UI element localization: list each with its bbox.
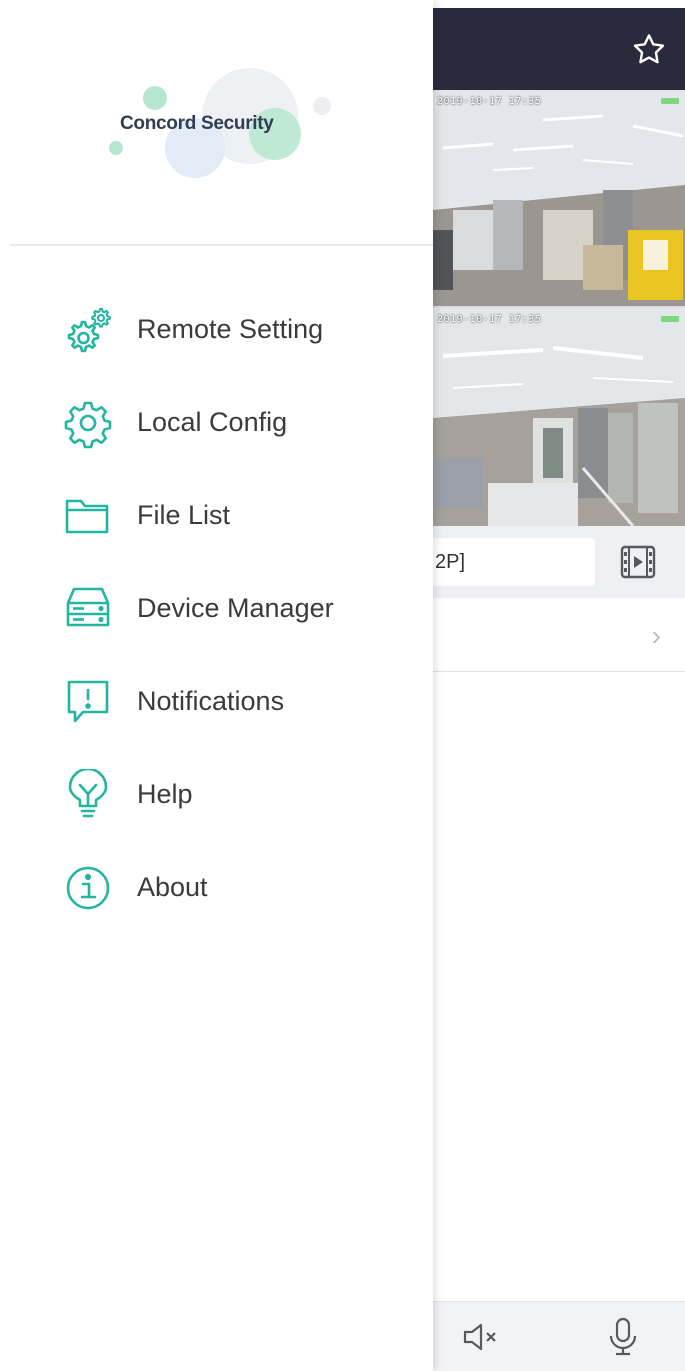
- drawer-menu: Remote Setting Local Config File List De…: [0, 283, 433, 934]
- channel-row: 2P]: [423, 526, 685, 598]
- channel-input-value: 2P]: [435, 551, 466, 573]
- folder-icon: [62, 490, 114, 542]
- server-icon: [62, 583, 114, 635]
- menu-item-remote-setting[interactable]: Remote Setting: [0, 283, 433, 376]
- logo-text: Concord Security: [120, 113, 274, 134]
- menu-item-notifications[interactable]: Notifications: [0, 655, 433, 748]
- camera-view-1[interactable]: 2019-10-17 17:35: [433, 90, 685, 306]
- signal-indicator: [661, 316, 679, 322]
- bottom-toolbar: [433, 1301, 685, 1371]
- menu-item-help[interactable]: Help: [0, 748, 433, 841]
- drawer-header: Concord Security: [0, 0, 433, 246]
- menu-item-file-list[interactable]: File List: [0, 469, 433, 562]
- camera-2-timestamp: 2019-10-17 17:35: [437, 314, 542, 325]
- microphone-icon: [609, 1317, 637, 1356]
- favorite-star-button[interactable]: [627, 28, 671, 72]
- top-bar: [433, 8, 685, 90]
- navigation-drawer: Concord Security Remote Setting Local Co…: [0, 0, 433, 1371]
- microphone-button[interactable]: [603, 1316, 643, 1358]
- menu-item-label: Notifications: [137, 686, 285, 716]
- camera-view-2[interactable]: 2019-10-17 17:35: [433, 308, 685, 526]
- menu-item-label: Remote Setting: [137, 314, 324, 344]
- menu-item-label: About: [137, 872, 208, 902]
- lightbulb-icon: [62, 768, 114, 821]
- menu-item-label: Help: [137, 779, 193, 809]
- menu-item-about[interactable]: About: [0, 841, 433, 934]
- menu-item-label: Device Manager: [137, 593, 334, 623]
- app-screen: 2019-10-17 17:35 2019-10-17 17:35 2P] › …: [0, 0, 685, 1371]
- menu-item-local-config[interactable]: Local Config: [0, 376, 433, 469]
- channel-input[interactable]: 2P]: [423, 538, 595, 586]
- speaker-mute-icon: [463, 1323, 496, 1351]
- camera-1-timestamp: 2019-10-17 17:35: [437, 96, 542, 107]
- gear-icon: [62, 397, 114, 449]
- menu-item-device-manager[interactable]: Device Manager: [0, 562, 433, 655]
- film-play-icon: [620, 545, 656, 579]
- gears-icon: [62, 304, 114, 356]
- chevron-right-icon: ›: [651, 620, 661, 651]
- signal-indicator: [661, 98, 679, 104]
- live-view-background: 2019-10-17 17:35 2019-10-17 17:35 2P] ›: [423, 0, 685, 1371]
- menu-item-label: Local Config: [137, 407, 288, 437]
- mute-button[interactable]: [461, 1320, 501, 1354]
- header-divider: [10, 244, 433, 246]
- device-row[interactable]: ›: [433, 598, 685, 672]
- info-icon: [62, 862, 114, 914]
- playback-button[interactable]: [619, 544, 657, 580]
- star-icon: [633, 34, 665, 64]
- alert-bubble-icon: [62, 676, 114, 728]
- menu-item-label: File List: [137, 500, 231, 530]
